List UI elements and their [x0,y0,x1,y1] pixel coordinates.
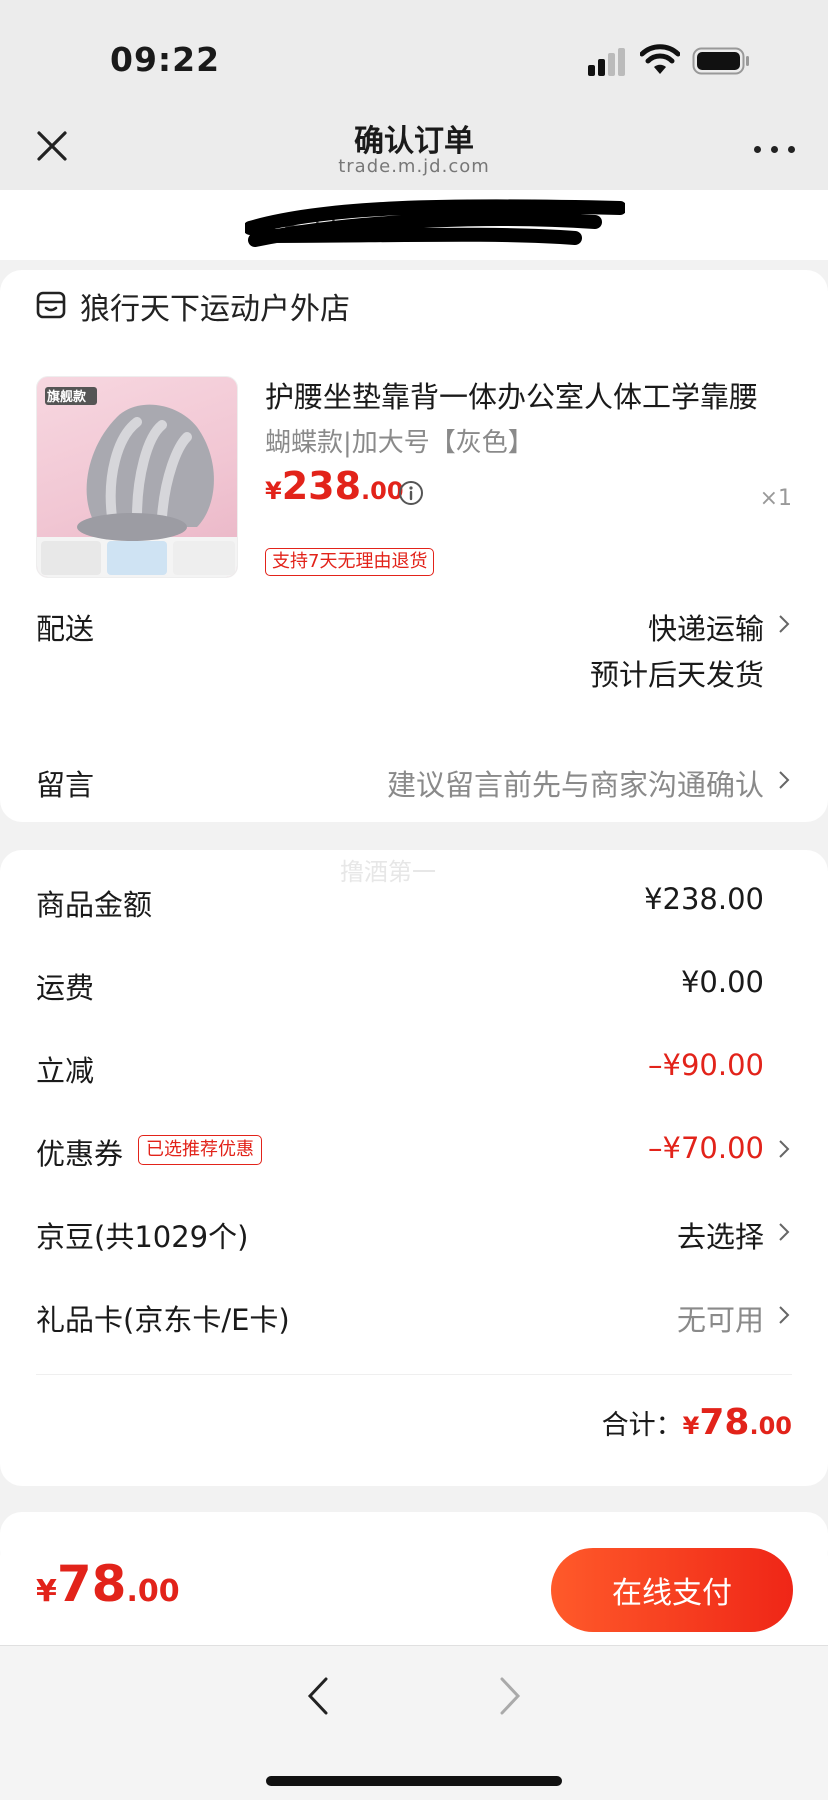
product-spec: 蝴蝶款|加大号【灰色】 [265,428,534,458]
back-arrow-icon[interactable] [306,1676,330,1716]
total-label: 合计： [601,1410,683,1441]
cellular-signal-icon [588,48,628,76]
nav-header: 确认订单 trade.m.jd.com [0,110,828,190]
pay-online-button[interactable]: 在线支付 [551,1548,793,1632]
forward-arrow-icon[interactable] [498,1676,522,1716]
shipping-fee-value: ¥0.00 [680,965,764,999]
shop-card: 狼行天下运动户外店 旗舰款 护腰坐垫靠背一体办公室人体工学靠腰 蝴蝶款|加大号【… [0,270,828,822]
total-currency: ¥ [682,1412,700,1440]
coupon-recommended-tag: 已选推荐优惠 [138,1135,262,1165]
pay-amount-integer: 78 [56,1555,127,1613]
pay-currency: ¥ [36,1574,57,1609]
pay-amount-decimal: .00 [126,1574,180,1609]
delivery-method[interactable]: 快递运输 [648,606,764,648]
price-currency: ¥ [265,477,282,505]
wifi-icon [640,44,680,74]
instant-discount-value: –¥90.00 [648,1048,764,1082]
chevron-right-icon[interactable] [778,770,790,790]
gift-card-value[interactable]: 无可用 [677,1297,764,1339]
message-input[interactable]: 建议留言前先与商家沟通确认 [387,762,764,804]
address-strip[interactable]: 五月…… [0,190,828,260]
shop-name[interactable]: 狼行天下运动户外店 [80,284,350,328]
product-title[interactable]: 护腰坐垫靠背一体办公室人体工学靠腰 [265,374,800,416]
product-quantity: ×1 [759,486,792,511]
total-decimal: .00 [749,1412,792,1440]
watermark-text: 撸酒第一 [340,858,436,886]
jd-beans-select[interactable]: 去选择 [677,1214,764,1256]
chevron-right-icon[interactable] [778,1139,790,1159]
order-total: 合计：¥78.00 [602,1402,792,1443]
message-label: 留言 [36,768,95,802]
coupon-label: 优惠券 [36,1137,124,1171]
store-icon [36,291,66,319]
product-thumbnail-graphic: 旗舰款 [37,387,237,577]
chevron-right-icon[interactable] [778,1305,790,1325]
pay-bar: ¥78.00 在线支付 [0,1535,828,1645]
price-integer: 238 [281,464,362,508]
product-image[interactable]: 旗舰款 [36,376,238,578]
status-bar: 09:22 [0,0,828,110]
more-icon[interactable] [754,146,798,156]
total-integer: 78 [699,1402,750,1443]
coupon-value[interactable]: –¥70.00 [648,1131,764,1165]
chevron-right-icon[interactable] [778,1222,790,1242]
product-price: ¥238.00 [265,464,404,508]
price-summary-card: 商品金额 ¥238.00 运费 ¥0.00 立减 –¥90.00 优惠券 已选推… [0,850,828,1486]
instant-discount-label: 立减 [36,1054,95,1088]
battery-icon [692,47,749,75]
summary-divider [36,1374,792,1375]
delivery-label: 配送 [36,612,95,646]
delivery-eta: 预计后天发货 [589,658,764,692]
chevron-right-icon[interactable] [778,614,790,634]
goods-amount-value: ¥238.00 [644,882,764,916]
pay-amount: ¥78.00 [36,1555,180,1613]
return-policy-tag: 支持7天无理由退货 [265,548,435,576]
jd-beans-label: 京豆(共1029个) [36,1220,249,1254]
page-url: trade.m.jd.com [338,156,490,177]
status-time: 09:22 [110,40,221,79]
gift-card-label: 礼品卡(京东卡/E卡) [36,1303,290,1337]
shipping-fee-label: 运费 [36,971,95,1005]
home-indicator[interactable] [266,1776,562,1786]
redaction-scribble [245,199,625,247]
goods-amount-label: 商品金额 [36,888,153,922]
info-icon[interactable] [398,480,424,506]
page-title: 确认订单 [354,124,474,159]
browser-toolbar [0,1645,828,1800]
image-badge-text: 旗舰款 [47,389,87,405]
